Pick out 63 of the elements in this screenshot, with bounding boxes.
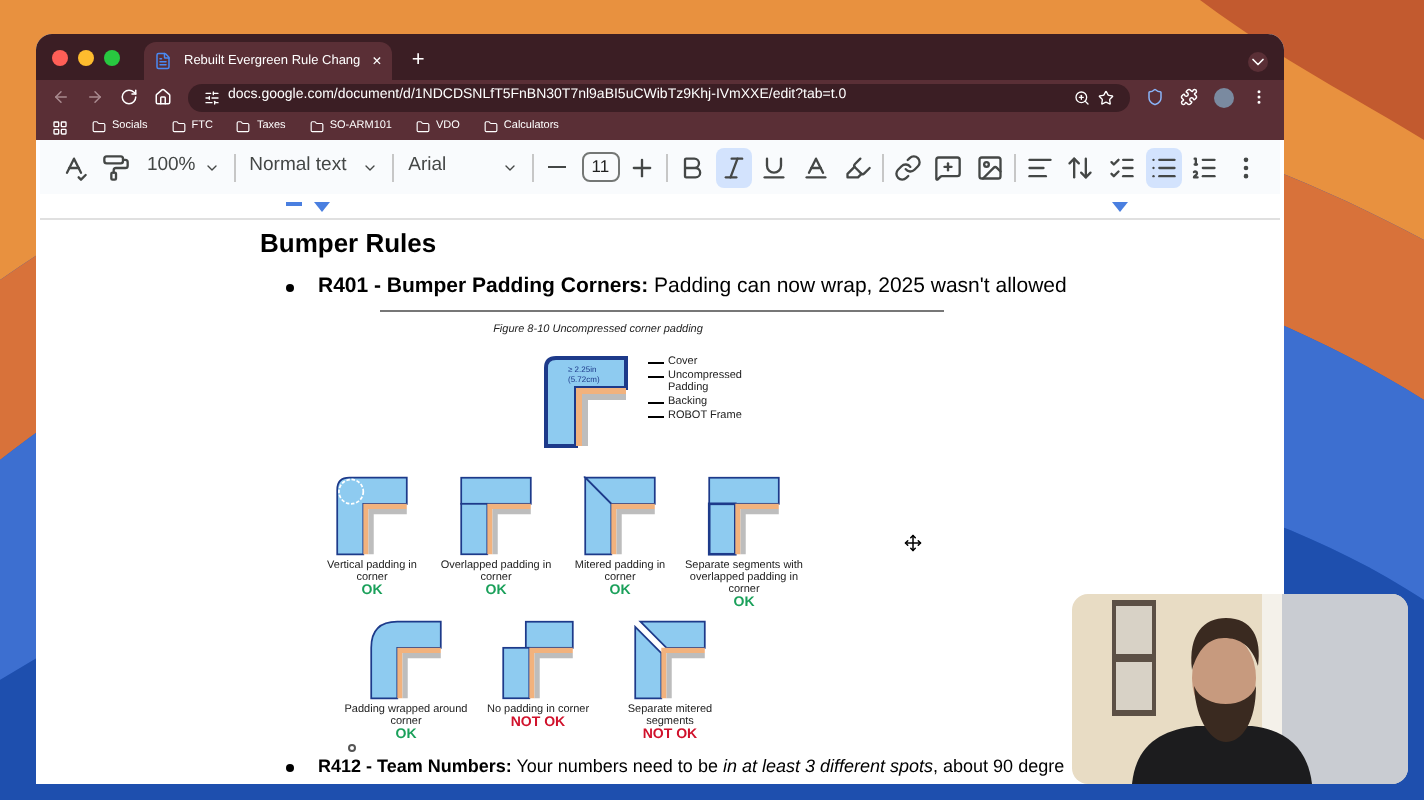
document-icon — [154, 52, 172, 70]
heading: Bumper Rules — [260, 228, 437, 258]
link-icon — [893, 153, 922, 181]
maximize-window-button[interactable] — [104, 49, 120, 65]
line-spacing-icon — [1066, 153, 1095, 181]
italic-button[interactable] — [715, 147, 752, 187]
corner-padding-drawing — [630, 619, 710, 700]
extensions-icon[interactable] — [1180, 88, 1198, 106]
close-tab-button[interactable]: × — [372, 53, 382, 69]
right-indent-marker[interactable] — [1112, 202, 1128, 212]
folder-icon — [483, 120, 498, 134]
underline-icon — [760, 153, 789, 181]
site-settings-icon — [204, 89, 220, 105]
highlight-icon — [843, 153, 872, 181]
tab-list-icon[interactable] — [1248, 52, 1268, 72]
extension-shield-icon[interactable] — [1146, 88, 1164, 106]
profile-avatar[interactable] — [1214, 87, 1234, 107]
back-icon[interactable] — [52, 88, 70, 106]
text-color-icon — [802, 153, 831, 181]
new-tab-button[interactable]: + — [411, 50, 425, 72]
style-dropdown[interactable]: Normal text — [241, 152, 387, 182]
bullet-icon — [286, 763, 294, 771]
align-icon — [1025, 153, 1054, 181]
corner-padding-drawing — [332, 475, 412, 556]
bold-icon — [678, 153, 707, 181]
folder-icon — [92, 120, 106, 134]
checklist-icon — [1108, 153, 1136, 181]
paint-format-icon — [101, 153, 130, 181]
corner-padding-drawing — [366, 619, 446, 700]
forward-icon[interactable] — [86, 88, 104, 106]
zoom-dropdown[interactable]: 100% — [138, 152, 228, 182]
reload-icon[interactable] — [120, 88, 138, 106]
font-dropdown[interactable]: Arial — [400, 152, 527, 182]
italic-icon — [719, 153, 748, 181]
bullet-icon — [286, 283, 294, 292]
home-icon[interactable] — [154, 88, 172, 106]
corner-padding-drawing — [580, 475, 660, 556]
apps-icon[interactable] — [52, 119, 68, 135]
minus-icon — [548, 165, 567, 169]
folder-icon — [309, 120, 324, 134]
rule-text: R401 - Bumper Padding Corners: Padding can now wrap, 2025 wasn't allowed — [318, 272, 1067, 302]
minimize-window-button[interactable] — [78, 49, 94, 65]
comment-icon — [934, 153, 963, 181]
rule-text: R412 - Team Numbers: Your numbers need to be in at least 3 different spots, about 90 degre — [318, 753, 1065, 780]
corner-padding-drawing — [456, 475, 536, 556]
increase-font-size-icon — [628, 153, 657, 181]
bulleted-list-button[interactable] — [1145, 147, 1182, 187]
indent-marker[interactable] — [314, 202, 330, 212]
bulleted-list-icon — [1149, 153, 1178, 181]
bookmark-star-icon[interactable] — [1098, 89, 1114, 105]
folder-icon — [416, 120, 430, 134]
empty-sub-bullet-icon — [348, 743, 356, 752]
folder-icon — [236, 120, 251, 134]
move-cursor-icon — [904, 534, 922, 552]
numbered-list-icon — [1190, 153, 1219, 181]
corner-padding-drawing — [498, 619, 578, 700]
zoom-icon[interactable] — [1074, 89, 1090, 105]
indent-marker[interactable] — [286, 202, 302, 206]
close-window-button[interactable] — [52, 49, 68, 65]
corner-padding-drawing — [704, 475, 784, 556]
image-icon — [975, 153, 1004, 181]
folder-icon — [171, 120, 186, 134]
font-size-field[interactable]: 11 — [581, 152, 620, 182]
